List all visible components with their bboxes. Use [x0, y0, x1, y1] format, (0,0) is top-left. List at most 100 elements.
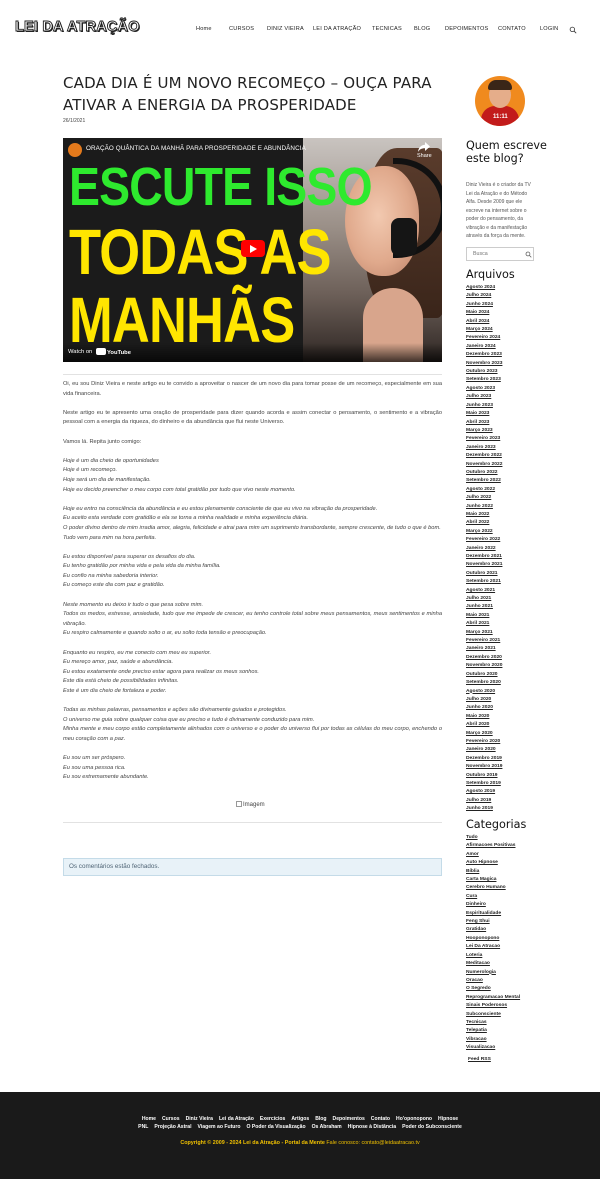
channel-avatar[interactable]: [68, 143, 82, 157]
footer-link[interactable]: Hipnose: [438, 1116, 458, 1122]
archive-link[interactable]: Janeiro 2023: [466, 444, 546, 452]
archive-link[interactable]: Abril 2022: [466, 519, 546, 527]
footer-link[interactable]: Depoimentos: [333, 1116, 365, 1122]
archive-link[interactable]: Julho 2022: [466, 494, 546, 502]
nav-home[interactable]: Home: [196, 26, 212, 32]
category-link[interactable]: Espiritualidade: [466, 910, 546, 918]
archive-link[interactable]: Maio 2024: [466, 309, 546, 317]
archive-link[interactable]: Dezembro 2020: [466, 654, 546, 662]
archive-link[interactable]: Agosto 2019: [466, 788, 546, 796]
archive-link[interactable]: Janeiro 2024: [466, 343, 546, 351]
category-link[interactable]: Reprogramacao Mental: [466, 994, 546, 1002]
category-link[interactable]: Auto Hipnose: [466, 859, 546, 867]
archive-link[interactable]: Dezembro 2023: [466, 351, 546, 359]
category-link[interactable]: Oracao: [466, 977, 546, 985]
category-link[interactable]: Tecnicas: [466, 1019, 546, 1027]
footer-link[interactable]: Projeção Astral: [154, 1124, 191, 1130]
archive-link[interactable]: Novembro 2023: [466, 360, 546, 368]
archive-link[interactable]: Fevereiro 2024: [466, 334, 546, 342]
archive-link[interactable]: Setembro 2021: [466, 578, 546, 586]
footer-link[interactable]: Hipnose à Distância: [348, 1124, 396, 1130]
category-link[interactable]: Subconsciente: [466, 1011, 546, 1019]
archive-link[interactable]: Dezembro 2021: [466, 553, 546, 561]
archive-link[interactable]: Fevereiro 2023: [466, 435, 546, 443]
archive-link[interactable]: Fevereiro 2020: [466, 738, 546, 746]
search-icon[interactable]: [569, 26, 577, 34]
nav-login[interactable]: LOGIN: [540, 26, 558, 32]
archive-link[interactable]: Julho 2019: [466, 797, 546, 805]
footer-link[interactable]: Os Abraham: [312, 1124, 342, 1130]
archive-link[interactable]: Junho 2023: [466, 402, 546, 410]
archive-link[interactable]: Março 2024: [466, 326, 546, 334]
archive-link[interactable]: Abril 2024: [466, 318, 546, 326]
archive-link[interactable]: Julho 2024: [466, 292, 546, 300]
search-input[interactable]: [467, 248, 521, 260]
category-link[interactable]: Loteria: [466, 952, 546, 960]
archive-link[interactable]: Janeiro 2020: [466, 746, 546, 754]
archive-link[interactable]: Março 2021: [466, 629, 546, 637]
nav-cursos[interactable]: CURSOS: [229, 26, 254, 32]
footer-link[interactable]: Exercícios: [260, 1116, 286, 1122]
youtube-embed[interactable]: ORAÇÃO QUÂNTICA DA MANHÃ PARA PROSPERIDA…: [63, 138, 442, 362]
category-link[interactable]: Feng Shui: [466, 918, 546, 926]
archive-link[interactable]: Outubro 2019: [466, 772, 546, 780]
footer-link[interactable]: Ho'oponopono: [396, 1116, 432, 1122]
category-link[interactable]: Amor: [466, 851, 546, 859]
category-link[interactable]: Sinais Poderosos: [466, 1002, 546, 1010]
archive-link[interactable]: Julho 2023: [466, 393, 546, 401]
archive-link[interactable]: Fevereiro 2021: [466, 637, 546, 645]
youtube-logo[interactable]: YouTube: [96, 348, 131, 356]
archive-link[interactable]: Junho 2021: [466, 603, 546, 611]
nav-diniz-vieira[interactable]: DINIZ VIEIRA: [267, 26, 304, 32]
archive-link[interactable]: Abril 2020: [466, 721, 546, 729]
archive-link[interactable]: Junho 2024: [466, 301, 546, 309]
archive-link[interactable]: Julho 2020: [466, 696, 546, 704]
footer-link[interactable]: Cursos: [162, 1116, 180, 1122]
footer-link[interactable]: O Poder da Visualização: [246, 1124, 305, 1130]
archive-link[interactable]: Setembro 2020: [466, 679, 546, 687]
archive-link[interactable]: Abril 2021: [466, 620, 546, 628]
archive-link[interactable]: Agosto 2023: [466, 385, 546, 393]
footer-link[interactable]: Lei da Atração: [219, 1116, 254, 1122]
archive-link[interactable]: Outubro 2022: [466, 469, 546, 477]
category-link[interactable]: Tudo: [466, 834, 546, 842]
archive-link[interactable]: Março 2020: [466, 730, 546, 738]
category-link[interactable]: Numerologia: [466, 969, 546, 977]
archive-link[interactable]: Março 2023: [466, 427, 546, 435]
nav-depoimentos[interactable]: DEPOIMENTOS: [445, 26, 488, 32]
footer-link[interactable]: Blog: [315, 1116, 326, 1122]
archive-link[interactable]: Junho 2022: [466, 503, 546, 511]
archive-link[interactable]: Novembro 2022: [466, 461, 546, 469]
archive-link[interactable]: Agosto 2021: [466, 587, 546, 595]
archive-link[interactable]: Abril 2023: [466, 419, 546, 427]
category-link[interactable]: Telepatia: [466, 1027, 546, 1035]
footer-link[interactable]: Poder do Subconsciente: [402, 1124, 462, 1130]
archive-link[interactable]: Fevereiro 2022: [466, 536, 546, 544]
category-link[interactable]: Meditacao: [466, 960, 546, 968]
archive-link[interactable]: Janeiro 2021: [466, 645, 546, 653]
footer-link[interactable]: Artigos: [291, 1116, 309, 1122]
archive-link[interactable]: Novembro 2020: [466, 662, 546, 670]
archive-link[interactable]: Junho 2019: [466, 805, 546, 813]
archive-link[interactable]: Novembro 2021: [466, 561, 546, 569]
category-link[interactable]: O Segredo: [466, 985, 546, 993]
share-icon[interactable]: [417, 141, 431, 153]
footer-link[interactable]: Home: [142, 1116, 156, 1122]
category-link[interactable]: Gratidao: [466, 926, 546, 934]
search-icon[interactable]: [525, 251, 532, 258]
video-title[interactable]: ORAÇÃO QUÂNTICA DA MANHÃ PARA PROSPERIDA…: [86, 145, 306, 152]
footer-link[interactable]: Viagem ao Futuro: [198, 1124, 241, 1130]
category-link[interactable]: Cura: [466, 893, 546, 901]
feed-rss-link[interactable]: Feed RSS: [468, 1057, 491, 1062]
archive-link[interactable]: Agosto 2022: [466, 486, 546, 494]
archive-link[interactable]: Novembro 2019: [466, 763, 546, 771]
archive-link[interactable]: Agosto 2020: [466, 688, 546, 696]
category-link[interactable]: Carta Magica: [466, 876, 546, 884]
archive-link[interactable]: Setembro 2019: [466, 780, 546, 788]
archive-link[interactable]: Maio 2021: [466, 612, 546, 620]
category-link[interactable]: Dinheiro: [466, 901, 546, 909]
watch-on-label[interactable]: Watch on: [68, 349, 92, 355]
archive-link[interactable]: Agosto 2024: [466, 284, 546, 292]
archive-link[interactable]: Setembro 2022: [466, 477, 546, 485]
play-button[interactable]: [241, 240, 265, 257]
